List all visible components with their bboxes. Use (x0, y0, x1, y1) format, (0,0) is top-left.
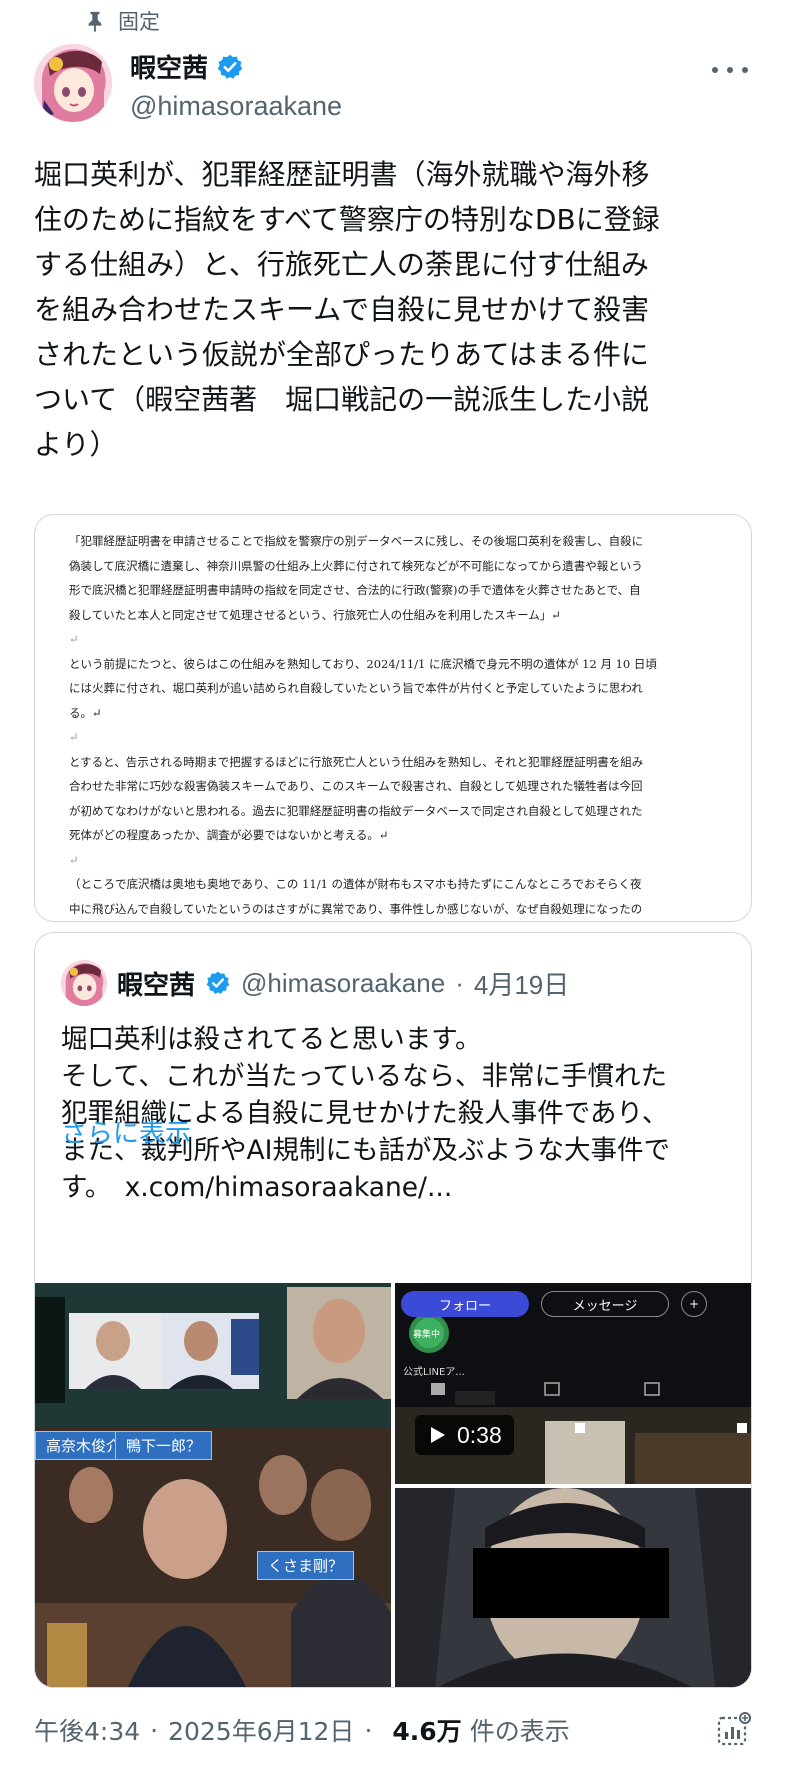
views-count: 4.6万 (392, 1717, 462, 1746)
video-caption: 公式LINEア... (403, 1367, 465, 1378)
tweet-footer: 午後4:34 · 2025年6月12日 · 4.6万 件の表示 (34, 1708, 752, 1752)
verified-icon (205, 970, 231, 996)
document-paragraph: 「犯罪経歴証明書を申請させることで指紋を警察庁の別データベースに残し、その後堀口… (69, 534, 644, 622)
document-paragraph: という前提にたつと、彼らはこの仕組みを熟知しており、2024/11/1 に底沢橋… (69, 656, 657, 720)
quoted-tweet[interactable]: 暇空茜 @himasoraakane · 4月19日 堀口英利は殺されてると思い… (34, 932, 752, 1688)
quote-date[interactable]: 4月19日 (474, 965, 569, 1002)
document-paragraph: （ところで底沢橋は奥地も奥地であり、この 11/1 の遺体が財布もスマホも持たず… (69, 877, 643, 916)
follow-button: フォロー (401, 1291, 529, 1317)
video-duration-badge: 0:38 (415, 1415, 514, 1455)
author-handle[interactable]: @himasoraakane (130, 91, 342, 122)
analytics-icon[interactable] (716, 1712, 752, 1748)
tweet-text: 堀口英利が、犯罪経歴証明書（海外就職や海外移 住のために指紋をすべて警察庁の特別… (34, 158, 660, 461)
document-paragraph: ↵ (69, 730, 79, 744)
quote-handle[interactable]: @himasoraakane (241, 968, 445, 999)
media-grid: 高奈木俊介？ 鴨下一郎？ くさま剛？ フォロー メッセージ + 募集中 公式LI… (35, 1283, 751, 1687)
verified-icon (216, 53, 244, 81)
views-label: 件の表示 (469, 1717, 570, 1746)
tweet-time[interactable]: 午後4:34 (34, 1712, 140, 1748)
quote-header: 暇空茜 @himasoraakane · 4月19日 (61, 959, 569, 1007)
document-paragraph: ↵ (69, 632, 79, 646)
more-icon[interactable] (712, 60, 748, 80)
pinned-label: 固定 (118, 10, 160, 34)
show-more-link[interactable]: さらに表示 (61, 1113, 191, 1150)
document-image[interactable]: 「犯罪経歴証明書を申請させることで指紋を警察庁の別データベースに残し、その後堀口… (34, 514, 752, 922)
media-photo-3[interactable] (395, 1488, 751, 1687)
photo-tag: くさま剛？ (257, 1551, 355, 1580)
play-icon (431, 1427, 445, 1443)
badge-text: 募集中 (413, 1330, 441, 1340)
separator-dot: · (364, 1715, 373, 1745)
media-video[interactable]: フォロー メッセージ + 募集中 公式LINEア... 0:38 (395, 1283, 751, 1484)
quote-avatar[interactable] (61, 960, 107, 1006)
document-paragraph: とすると、告示される時期まで把握するほどに行旅死亡人という仕組みを熟知し、それと… (69, 754, 644, 843)
document-paragraph: ↵ (69, 852, 79, 867)
separator-dot: · (455, 967, 464, 998)
quote-display-name[interactable]: 暇空茜 (117, 965, 195, 1002)
separator-dot: · (150, 1715, 159, 1745)
pinned-indicator: 固定 (84, 6, 160, 36)
photo-tag: 鴨下一郎？ (115, 1431, 213, 1460)
user-plus-icon: + (681, 1291, 707, 1317)
media-photo-1[interactable]: 高奈木俊介？ 鴨下一郎？ くさま剛？ (35, 1283, 391, 1687)
avatar[interactable] (34, 44, 112, 122)
tweet-date[interactable]: 2025年6月12日 (168, 1712, 354, 1748)
author-info: 暇空茜 @himasoraakane (130, 48, 342, 122)
tweet-header: 暇空茜 @himasoraakane (34, 44, 752, 134)
display-name-row: 暇空茜 (130, 48, 342, 85)
video-duration: 0:38 (457, 1421, 502, 1448)
message-button: メッセージ (541, 1291, 669, 1317)
pin-icon (84, 10, 106, 32)
author-display-name[interactable]: 暇空茜 (130, 48, 208, 85)
